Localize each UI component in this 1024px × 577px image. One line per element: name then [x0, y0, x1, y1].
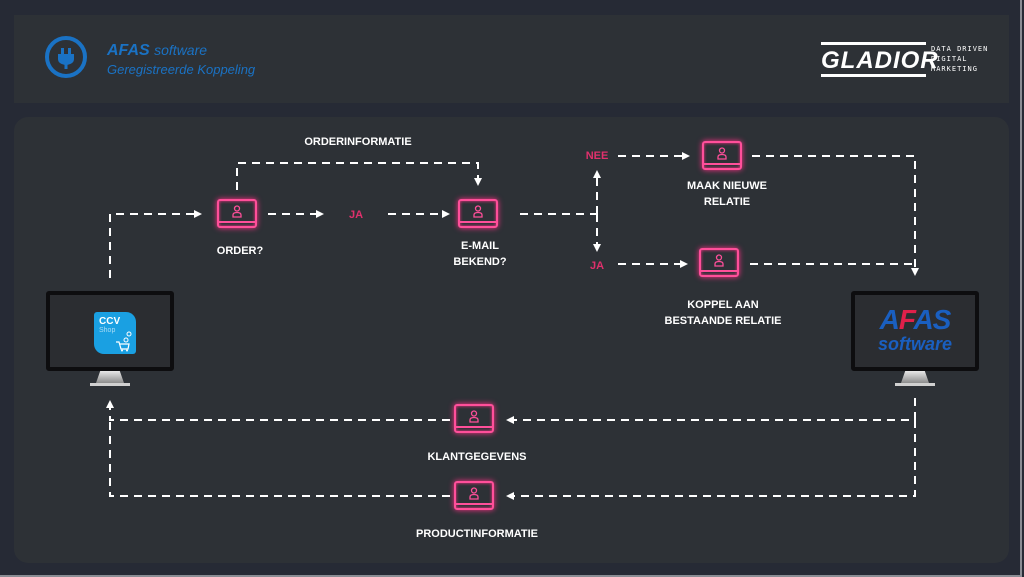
productinformatie-node — [454, 481, 494, 510]
email-decision-label: E-MAIL BEKEND? — [453, 240, 507, 268]
person-icon — [469, 410, 479, 423]
connector-klant-to-shop — [106, 400, 450, 421]
order-decision-label: ORDER? — [216, 245, 264, 257]
email-decision-node — [458, 199, 498, 228]
orderinformatie-label: ORDERINFORMATIE — [304, 136, 412, 148]
person-icon — [714, 254, 724, 267]
page-frame: AFAS software Geregistreerde Koppeling G… — [0, 0, 1022, 577]
new-relation-label: MAAK NIEUWE RELATIE — [686, 180, 768, 208]
connector-afas-to-product — [506, 420, 916, 500]
monitor-foot — [895, 383, 935, 386]
ccv-shop-monitor: CCV Shop — [46, 291, 174, 387]
monitor-stand — [96, 371, 124, 383]
person-icon — [717, 147, 727, 160]
afas-software-monitor: AFAS software — [851, 291, 979, 387]
couple-relation-node — [699, 248, 739, 277]
order-decision-node — [217, 199, 257, 228]
couple-relation-label: KOPPEL AAN BESTAANDE RELATIE — [664, 299, 782, 327]
ja-label-2: JA — [589, 260, 605, 272]
monitor-stand — [901, 371, 929, 383]
ccv-shop-logo: CCV Shop — [94, 312, 136, 354]
person-icon — [473, 205, 483, 218]
connector-orderinformatie — [236, 162, 482, 190]
person-icon — [232, 205, 242, 218]
flow-connectors — [106, 152, 919, 500]
person-icon — [469, 487, 479, 500]
monitor-screen: CCV Shop — [46, 291, 174, 371]
ja-label-1: JA — [348, 209, 364, 221]
monitor-foot — [90, 383, 130, 386]
nee-label: NEE — [585, 150, 609, 162]
connector-shop-to-order — [109, 210, 202, 278]
monitor-screen: AFAS software — [851, 291, 979, 371]
connector-product-to-shop — [109, 420, 450, 497]
connector-afas-to-klant — [506, 398, 916, 424]
connector-new-to-afas — [752, 155, 919, 276]
afas-software-logo: AFAS software — [877, 304, 953, 354]
klantgegevens-label: KLANTGEGEVENS — [427, 451, 527, 463]
cart-icon — [116, 331, 132, 352]
new-relation-node — [702, 141, 742, 170]
klantgegevens-node — [454, 404, 494, 433]
productinformatie-label: PRODUCTINFORMATIE — [415, 528, 539, 540]
